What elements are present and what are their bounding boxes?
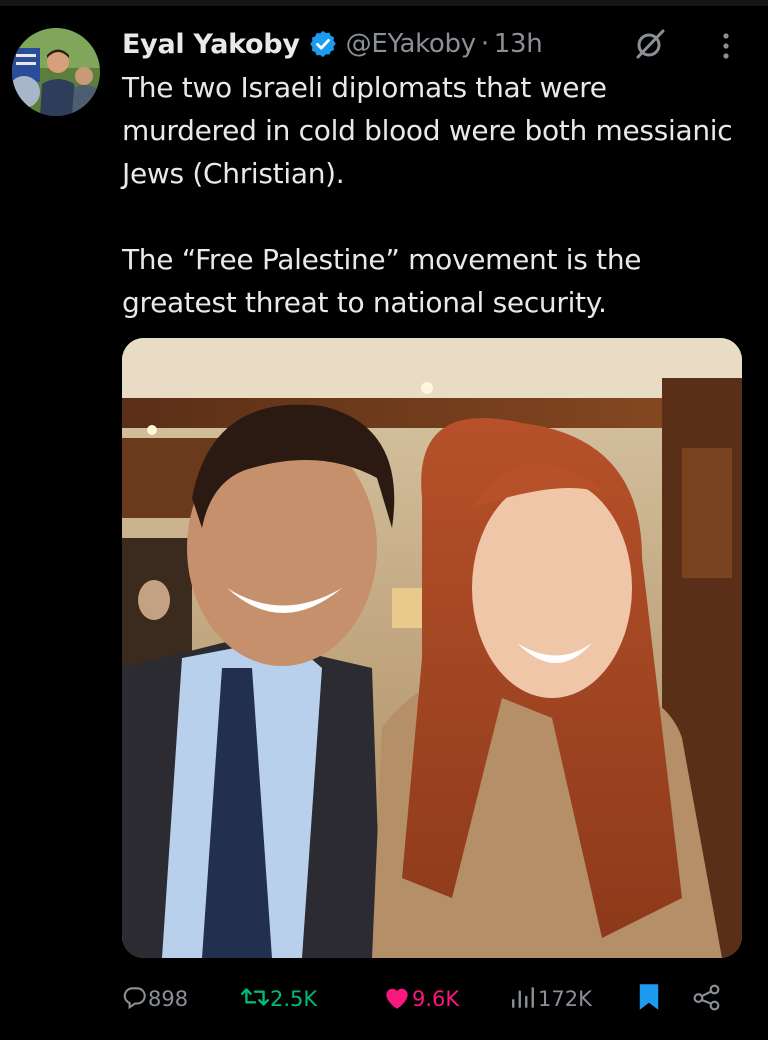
repost-icon: [240, 984, 270, 1015]
tweet-header: Eyal Yakoby @EYakoby · 13h: [122, 22, 543, 66]
bookmark-button[interactable]: [636, 974, 662, 1024]
tweet-paragraph: The “Free Palestine” movement is the gre…: [122, 243, 642, 319]
share-button[interactable]: [692, 974, 722, 1024]
reply-icon: [122, 984, 148, 1015]
tweet-text: The two Israeli diplomats that were murd…: [122, 66, 742, 324]
grok-icon[interactable]: [632, 26, 668, 62]
repost-count: 2.5K: [270, 987, 318, 1011]
tweet-paragraph: The two Israeli diplomats that were murd…: [122, 71, 733, 190]
reply-button[interactable]: 898: [122, 974, 188, 1024]
repost-button[interactable]: 2.5K: [240, 974, 317, 1024]
heart-icon: [382, 984, 412, 1015]
tweet-photo[interactable]: [122, 338, 742, 958]
like-button[interactable]: 9.6K: [382, 974, 459, 1024]
tweet-card[interactable]: Eyal Yakoby @EYakoby · 13h The two Israe…: [0, 0, 768, 1040]
more-icon[interactable]: [714, 28, 738, 64]
reply-count: 898: [148, 987, 189, 1011]
views-icon: [508, 984, 538, 1015]
views-button[interactable]: 172K: [508, 974, 592, 1024]
author-handle[interactable]: @EYakoby: [346, 29, 477, 59]
avatar[interactable]: [12, 28, 100, 116]
separator-dot: ·: [480, 29, 489, 59]
divider: [0, 0, 768, 6]
timestamp[interactable]: 13h: [494, 29, 543, 59]
bookmark-icon: [636, 982, 662, 1017]
author-name[interactable]: Eyal Yakoby: [122, 29, 300, 60]
share-icon: [692, 983, 722, 1016]
action-bar: 898 2.5K 9.6K 172K: [122, 974, 732, 1024]
verified-badge-icon: [308, 29, 338, 59]
view-count: 172K: [538, 987, 592, 1011]
like-count: 9.6K: [412, 987, 460, 1011]
